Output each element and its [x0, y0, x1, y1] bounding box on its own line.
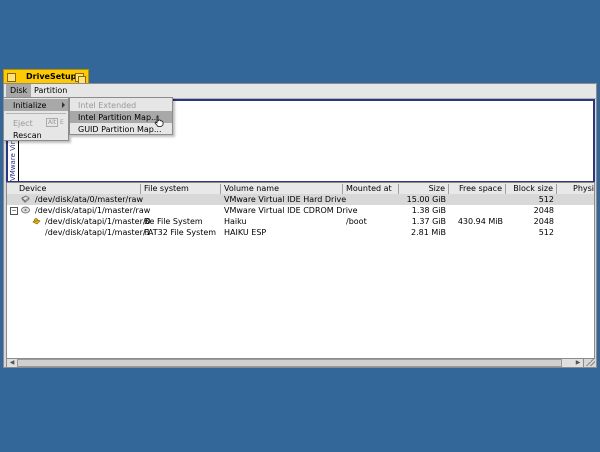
submenu-item-intel-extended[interactable]: Intel Extended Partition... — [70, 99, 172, 119]
block-size: 2048 — [533, 206, 554, 215]
menu-item-rescan[interactable]: Rescan — [4, 129, 68, 141]
file-system: Be File System — [144, 217, 203, 226]
block-size: 512 — [538, 195, 554, 204]
partition-table: Device File system Volume name Mounted a… — [6, 182, 595, 359]
size: 2.81 MiB — [411, 228, 446, 237]
table-row[interactable]: /dev/disk/atapi/1/master/0 Be File Syste… — [7, 216, 594, 227]
eject-shortcut: Alt E — [46, 118, 64, 127]
column-header-mounted-at[interactable]: Mounted at — [343, 184, 399, 194]
table-row[interactable]: /dev/disk/atapi/1/master/1 FAT32 File Sy… — [7, 227, 594, 238]
scrollbar-thumb[interactable] — [17, 359, 562, 367]
scroll-left-icon[interactable]: ◀ — [8, 359, 16, 367]
column-header-size[interactable]: Size — [399, 184, 449, 194]
zoom-window-icon[interactable] — [75, 73, 86, 84]
volume-name: HAIKU ESP — [224, 228, 267, 237]
column-header-volume-name[interactable]: Volume name — [221, 184, 343, 194]
column-header-file-system[interactable]: File system — [141, 184, 221, 194]
disk-menu: Initialize Eject Alt E Rescan — [3, 97, 69, 141]
device-path: /dev/disk/atapi/1/master/1 — [45, 228, 151, 237]
window-tab[interactable]: DriveSetup — [3, 69, 89, 84]
horizontal-scrollbar[interactable]: ◀ ▶ — [6, 358, 584, 368]
volume-name: VMware Virtual IDE Hard Drive — [224, 195, 347, 204]
collapse-toggle-icon[interactable]: − — [10, 207, 18, 215]
size: 1.38 GiB — [411, 206, 446, 215]
menu-item-eject[interactable]: Eject Alt E — [4, 117, 68, 129]
menu-separator — [6, 113, 66, 114]
volume-name: Haiku — [224, 217, 247, 226]
menu-partition[interactable]: Partition — [34, 86, 67, 95]
size: 15.00 GiB — [406, 195, 446, 204]
haiku-volume-icon — [32, 218, 41, 225]
device-path: /dev/disk/ata/0/master/raw — [35, 195, 143, 204]
window-title: DriveSetup — [26, 72, 77, 81]
scroll-right-icon[interactable]: ▶ — [574, 359, 582, 367]
mounted-at: /boot — [346, 217, 367, 226]
block-size: 2048 — [533, 217, 554, 226]
device-path: /dev/disk/atapi/1/master/0 — [45, 217, 151, 226]
table-row[interactable]: /dev/disk/ata/0/master/raw VMware Virtua… — [7, 194, 594, 205]
device-path: /dev/disk/atapi/1/master/raw — [35, 206, 151, 215]
column-header-free-space[interactable]: Free space — [449, 184, 506, 194]
menu-disk[interactable]: Disk — [6, 84, 32, 97]
volume-name: VMware Virtual IDE CDROM Drive — [224, 206, 358, 215]
free-space: 430.94 MiB — [457, 217, 503, 226]
close-window-icon[interactable] — [7, 73, 16, 82]
block-size: 512 — [538, 228, 554, 237]
cdrom-drive-icon — [21, 206, 30, 214]
column-header-block-size[interactable]: Block size — [506, 184, 557, 194]
table-row[interactable]: − /dev/disk/atapi/1/master/raw VMware Vi… — [7, 205, 594, 216]
submenu-arrow-icon — [62, 102, 65, 108]
size: 1.37 GiB — [411, 217, 446, 226]
menu-item-initialize[interactable]: Initialize — [4, 99, 68, 111]
column-header-device[interactable]: Device — [7, 184, 141, 194]
hand-cursor-icon — [154, 115, 164, 127]
resize-handle-icon[interactable] — [586, 357, 595, 366]
file-system: FAT32 File System — [144, 228, 217, 237]
column-header-physical[interactable]: Physi — [557, 184, 594, 194]
hard-disk-icon — [21, 195, 30, 203]
